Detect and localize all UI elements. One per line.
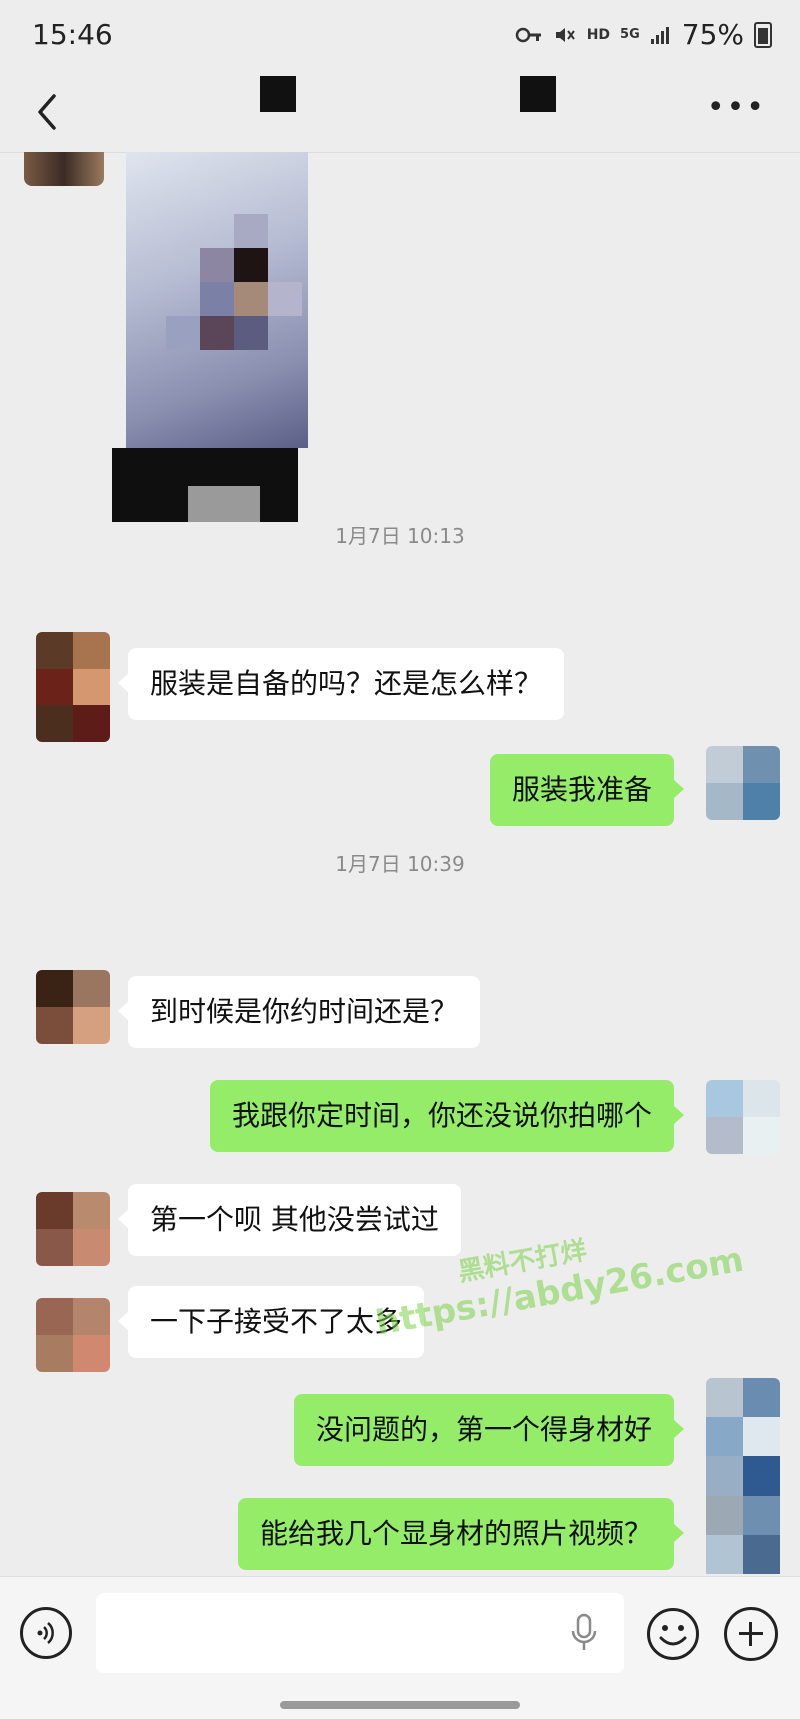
message-bubble[interactable]: 到时候是你约时间还是？: [117, 976, 481, 1048]
home-indicator[interactable]: [280, 1701, 520, 1709]
chat-header: •••: [0, 72, 800, 153]
status-icons: HD 5G 75%: [515, 18, 772, 51]
key-icon: [515, 27, 541, 42]
avatar[interactable]: [36, 632, 110, 742]
avatar[interactable]: [24, 152, 104, 186]
battery-percentage: 75%: [681, 18, 744, 51]
avatar[interactable]: [706, 1378, 780, 1574]
avatar[interactable]: [36, 1298, 110, 1372]
message-timestamp: 1月7日 10:39: [335, 852, 465, 876]
avatar[interactable]: [706, 746, 780, 820]
back-button[interactable]: [28, 88, 68, 136]
message-input[interactable]: [96, 1593, 624, 1673]
voice-icon: [37, 1622, 54, 1644]
message-bubble[interactable]: 我跟你定时间，你还没说你拍哪个: [209, 1080, 685, 1152]
mute-icon: [555, 27, 575, 42]
signal-icon: [650, 26, 669, 44]
voice-button[interactable]: [20, 1607, 72, 1659]
hd-icon: HD: [586, 26, 611, 43]
redacted-title-right: [520, 76, 556, 112]
chat-messages[interactable]: 1月7日 10:13 服装是自备的吗？还是怎么样？ 服装我准备 1月7日 10:…: [0, 152, 800, 1576]
message-timestamp: 1月7日 10:13: [335, 524, 465, 548]
message-bubble[interactable]: 能给我几个显身材的照片视频？: [237, 1498, 685, 1570]
5g-icon: 5G: [620, 27, 640, 42]
status-bar: 15:46 HD 5G 75%: [0, 0, 800, 72]
battery-icon: [754, 21, 772, 48]
message-bubble[interactable]: 没问题的，第一个得身材好: [293, 1394, 685, 1466]
avatar[interactable]: [36, 1192, 110, 1266]
message-bubble[interactable]: 服装是自备的吗？还是怎么样？: [117, 648, 565, 720]
photo-thumbnail: [126, 152, 308, 448]
emoji-icon[interactable]: [646, 1607, 700, 1661]
image-message[interactable]: [112, 152, 308, 522]
message-bubble[interactable]: 服装我准备: [489, 754, 685, 826]
redacted-title-left: [260, 76, 296, 112]
avatar[interactable]: [36, 970, 110, 1044]
mic-icon[interactable]: [570, 1613, 598, 1653]
message-bubble[interactable]: 第一个呗 其他没尝试过: [118, 1184, 461, 1256]
status-time: 15:46: [32, 18, 113, 51]
more-button[interactable]: •••: [707, 93, 766, 123]
chevron-left-icon: [38, 94, 56, 130]
avatar[interactable]: [706, 1080, 780, 1154]
plus-icon[interactable]: [724, 1607, 778, 1661]
redaction-block: [188, 486, 260, 522]
input-bar: [0, 1576, 800, 1719]
